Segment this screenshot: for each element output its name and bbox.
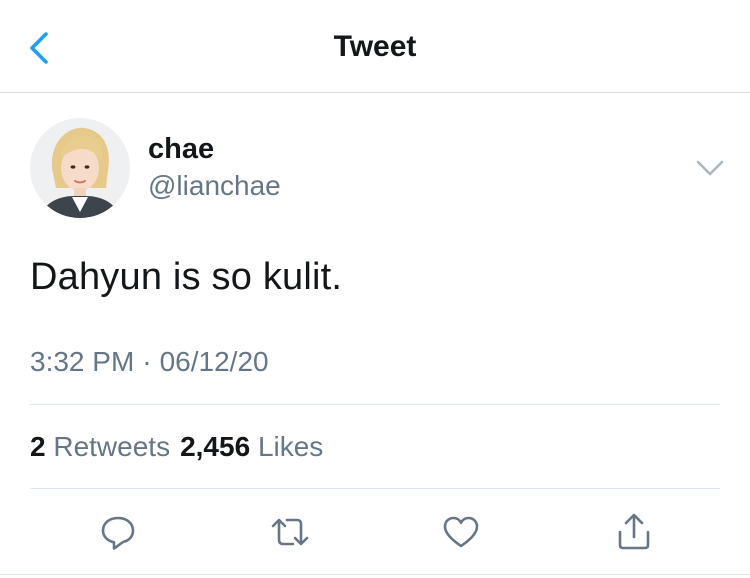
username-handle[interactable]: @lianchae	[148, 170, 281, 202]
retweets-label: Retweets	[53, 431, 171, 462]
likes-count: 2,456	[180, 431, 251, 462]
retweet-icon	[271, 518, 309, 546]
likes-stat[interactable]: 2,456 Likes	[180, 431, 323, 462]
more-options-button[interactable]	[690, 150, 730, 186]
navigation-bar: Tweet	[0, 0, 750, 93]
separator: ·	[142, 346, 152, 377]
retweets-stat[interactable]: 2 Retweets	[30, 431, 170, 462]
retweets-count: 2	[30, 431, 46, 462]
reply-button[interactable]	[96, 510, 140, 554]
avatar[interactable]	[30, 118, 130, 218]
reply-icon	[101, 516, 135, 550]
page-title: Tweet	[333, 30, 417, 63]
share-icon	[618, 513, 650, 550]
tweet-timestamp: 3:32 PM · 06/12/20	[30, 346, 269, 378]
share-button[interactable]	[612, 510, 656, 554]
chevron-down-icon	[696, 160, 724, 176]
tweet-time: 3:32 PM	[30, 346, 135, 377]
divider	[30, 488, 720, 489]
heart-icon	[443, 516, 479, 548]
display-name[interactable]: chae	[148, 133, 214, 166]
tweet-date: 06/12/20	[159, 346, 269, 377]
tweet-text: Dahyun is so kulit.	[30, 256, 343, 298]
user-avatar-photo	[30, 118, 130, 218]
divider	[30, 404, 720, 405]
tweet-stats: 2 Retweets 2,456 Likes	[30, 431, 323, 463]
likes-label: Likes	[257, 431, 324, 462]
divider	[0, 574, 750, 575]
retweet-button[interactable]	[268, 510, 312, 554]
like-button[interactable]	[439, 510, 483, 554]
